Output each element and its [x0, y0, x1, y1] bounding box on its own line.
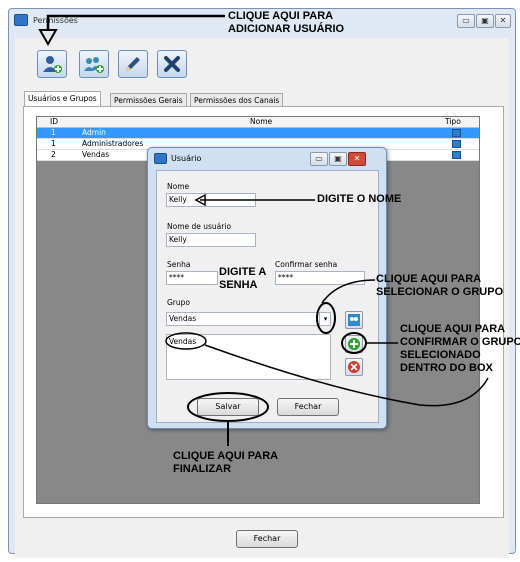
dialog-client-area [156, 170, 379, 423]
row-id: 1 [51, 128, 56, 137]
remove-group-button[interactable] [345, 358, 363, 376]
table-row[interactable]: 1 Admin [37, 128, 479, 139]
chevron-down-icon[interactable]: ▾ [319, 313, 331, 325]
grupo-select[interactable]: Vendas [166, 312, 331, 326]
type-name-annotation: DIGITE O NOME [317, 193, 402, 205]
close-window-button[interactable]: ✕ [495, 14, 511, 28]
list-item[interactable]: Vendas [169, 337, 196, 346]
delete-button[interactable] [157, 50, 187, 78]
row-id: 1 [51, 139, 56, 148]
senha-label: Senha [167, 260, 191, 269]
add-user-button[interactable] [37, 50, 67, 78]
tab-permissoes-gerais[interactable]: Permissões Gerais [110, 93, 187, 107]
add-user-annotation: CLIQUE AQUI PARA ADICIONAR USUÁRIO [228, 10, 345, 35]
dialog-minimize-button[interactable]: ▭ [310, 152, 328, 166]
minimize-button[interactable]: ▭ [457, 14, 475, 28]
window-title: Permissões [33, 16, 78, 25]
add-group-button[interactable] [79, 50, 109, 78]
type-password-annotation: DIGITE A SENHA [219, 266, 267, 291]
pencil-icon [126, 57, 140, 71]
add-user-icon [43, 56, 62, 73]
group-icon [348, 314, 360, 326]
confirmar-senha-input[interactable]: **** [275, 271, 365, 285]
nome-label: Nome [167, 182, 190, 191]
group-type-icon [452, 151, 461, 159]
maximize-button[interactable]: ▣ [476, 14, 494, 28]
nome-input[interactable]: Kelly [166, 193, 256, 207]
column-header-nome[interactable]: Nome [250, 117, 272, 127]
dialog-app-icon [154, 153, 167, 164]
finish-annotation: CLIQUE AQUI PARA FINALIZAR [173, 450, 279, 475]
delete-x-icon [164, 56, 180, 72]
confirm-group-annotation: CLIQUE AQUI PARA CONFIRMAR O GRUPO SELEC… [400, 323, 520, 374]
edit-button[interactable] [118, 50, 148, 78]
main-close-button[interactable]: Fechar [236, 530, 298, 548]
row-id: 2 [51, 150, 56, 159]
group-listbox[interactable]: Vendas [166, 334, 331, 380]
grupo-label: Grupo [167, 298, 190, 307]
tab-usuarios-grupos[interactable]: Usuários e Grupos [24, 91, 101, 107]
dialog-title: Usuário [171, 154, 202, 163]
select-group-annotation: CLIQUE AQUI PARA SELECIONAR O GRUPO [376, 273, 504, 298]
save-button[interactable]: Salvar [197, 398, 259, 416]
row-nome: Administradores [82, 139, 144, 148]
add-circle-icon [348, 338, 360, 350]
row-nome: Admin [82, 128, 106, 137]
dialog-maximize-button[interactable]: ▣ [329, 152, 347, 166]
confirmar-senha-label: Confirmar senha [275, 260, 338, 269]
tab-permissoes-canais[interactable]: Permissões dos Canais [190, 93, 284, 107]
usuario-input[interactable]: Kelly [166, 233, 256, 247]
confirm-group-button[interactable] [345, 335, 363, 353]
user-type-icon [452, 129, 461, 137]
column-header-id[interactable]: ID [50, 117, 58, 127]
select-group-button[interactable] [345, 311, 363, 329]
senha-input[interactable]: **** [166, 271, 218, 285]
column-header-tipo[interactable]: Tipo [445, 117, 461, 127]
dialog-close-button[interactable]: Fechar [277, 398, 339, 416]
group-type-icon [452, 140, 461, 148]
usuario-label: Nome de usuário [167, 222, 232, 231]
app-icon [14, 14, 28, 26]
add-group-icon [84, 57, 104, 73]
row-nome: Vendas [82, 150, 110, 159]
dialog-close-icon[interactable]: ✕ [348, 152, 366, 166]
remove-circle-icon [348, 361, 360, 373]
